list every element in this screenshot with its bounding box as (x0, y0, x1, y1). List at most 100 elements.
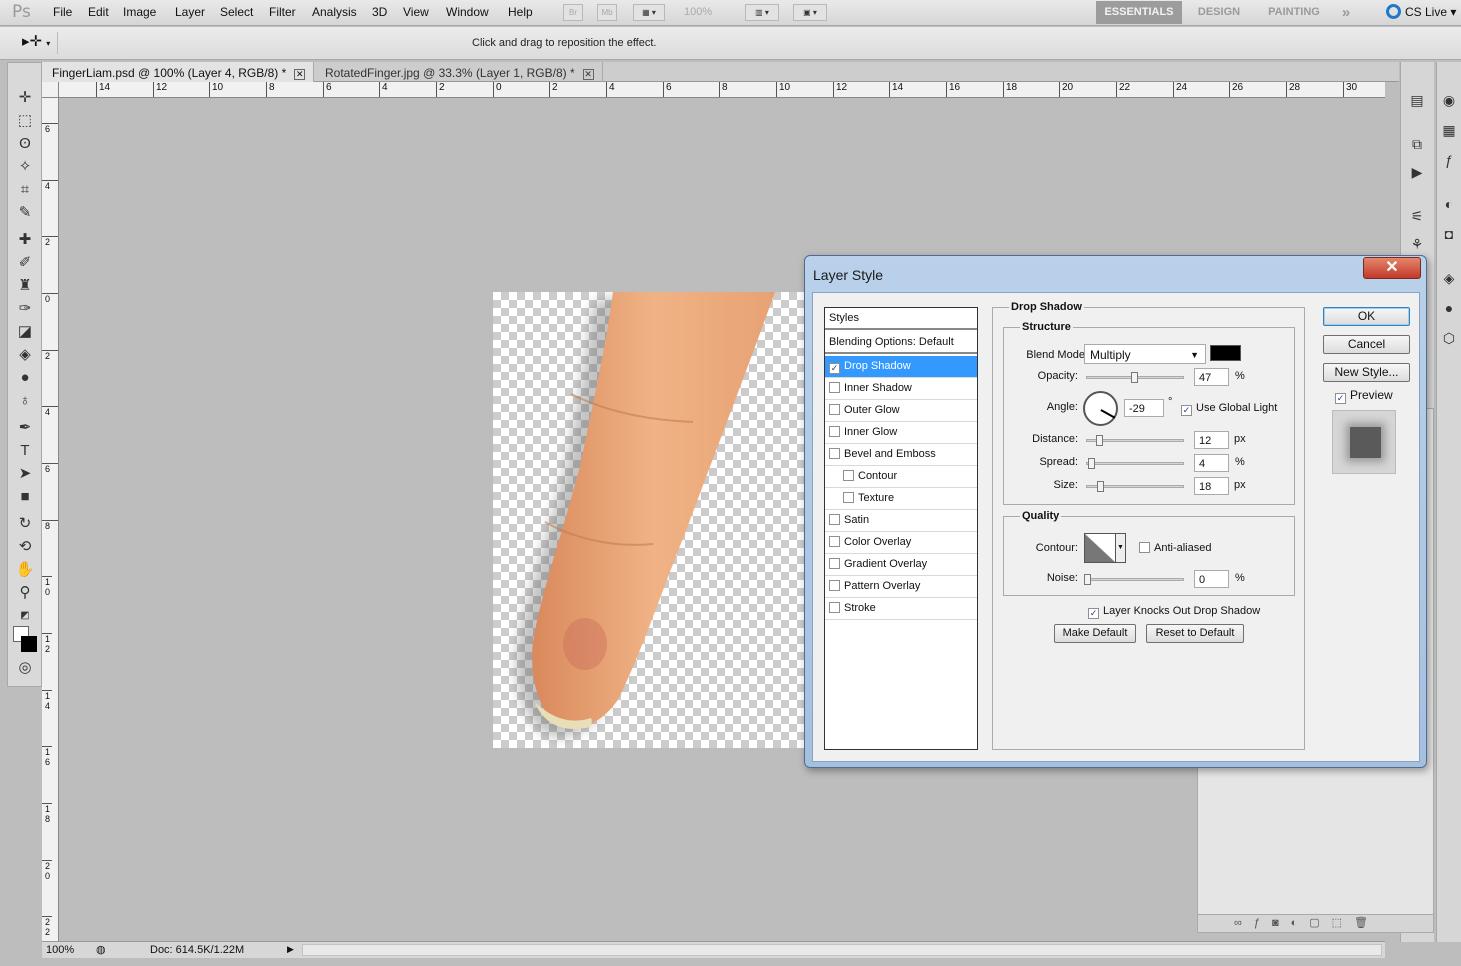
menu-3d[interactable]: 3D (372, 5, 387, 19)
blur-tool-icon[interactable]: ● (15, 368, 35, 388)
color-panel-icon[interactable]: ◉ (1438, 90, 1460, 110)
checkbox-unchecked-icon[interactable] (829, 602, 840, 613)
type-tool-icon[interactable]: T (15, 441, 35, 461)
move-tool-icon[interactable]: ✛ (15, 88, 35, 108)
arrange-documents-icon[interactable]: ▥ ▾ (745, 4, 779, 21)
opacity-input[interactable]: 47 (1194, 368, 1229, 386)
angle-dial[interactable] (1083, 391, 1118, 426)
close-icon[interactable]: ✕ (294, 69, 306, 80)
preview-toggle[interactable]: ✓ Preview (1335, 388, 1393, 404)
checkbox-unchecked-icon[interactable] (829, 514, 840, 525)
distance-input[interactable]: 12 (1194, 431, 1229, 449)
checkbox-unchecked-icon[interactable] (829, 580, 840, 591)
ruler-origin[interactable] (42, 82, 59, 98)
size-slider-thumb[interactable] (1097, 481, 1104, 492)
effect-item-outer-glow[interactable]: Outer Glow (825, 400, 977, 422)
eyedropper-icon[interactable]: ✎ (15, 203, 35, 223)
bridge-icon[interactable]: Br (563, 4, 583, 21)
contour-picker[interactable] (1084, 533, 1116, 563)
document-canvas[interactable] (493, 292, 805, 748)
vertical-ruler[interactable]: 6 4 2 0 2 4 6 8 10 12 14 16 18 20 22 (42, 98, 59, 941)
hand-tool-icon[interactable]: ✋ (15, 560, 35, 580)
zoom-tool-icon[interactable]: ⚲ (15, 583, 35, 603)
effect-item-texture[interactable]: Texture (825, 488, 977, 510)
checkbox-checked-icon[interactable]: ✓ (829, 363, 840, 374)
effect-item-contour[interactable]: Contour (825, 466, 977, 488)
checkbox-unchecked-icon[interactable] (843, 492, 854, 503)
move-tool-preset-icon[interactable]: ▸✛ ▾ (8, 32, 58, 54)
tab-fingerliam[interactable]: FingerLiam.psd @ 100% (Layer 4, RGB/8) *… (42, 62, 315, 82)
actions-panel-icon[interactable]: ▶ (1406, 162, 1428, 182)
spread-slider-thumb[interactable] (1088, 458, 1095, 469)
paths-panel-icon[interactable]: ⬡ (1438, 328, 1460, 348)
opacity-slider-thumb[interactable] (1131, 372, 1138, 383)
layer-knocks-out-toggle[interactable]: ✓ Layer Knocks Out Drop Shadow (1088, 605, 1260, 619)
checkbox-checked-icon[interactable]: ✓ (1335, 393, 1346, 404)
effect-item-inner-shadow[interactable]: Inner Shadow (825, 378, 977, 400)
reset-to-default-button[interactable]: Reset to Default (1146, 624, 1244, 643)
background-color-swatch[interactable] (21, 636, 37, 652)
checkbox-unchecked-icon[interactable] (1139, 542, 1150, 553)
checkbox-unchecked-icon[interactable] (829, 382, 840, 393)
swap-colors-icon[interactable]: ◩ ⇆ (15, 606, 35, 641)
menu-help[interactable]: Help (508, 5, 533, 19)
blend-mode-select[interactable]: Multiply ▼ (1084, 344, 1206, 364)
mini-bridge-panel-icon[interactable]: ▤ (1406, 90, 1428, 110)
masks-panel-icon[interactable]: ◘ (1438, 224, 1460, 244)
shape-tool-icon[interactable]: ■ (15, 487, 35, 507)
screen-mode-icon[interactable]: ▣ ▾ (793, 4, 827, 21)
menu-edit[interactable]: Edit (88, 5, 109, 19)
effect-item-color-overlay[interactable]: Color Overlay (825, 532, 977, 554)
effect-item-gradient-overlay[interactable]: Gradient Overlay (825, 554, 977, 576)
menu-image[interactable]: Image (123, 5, 156, 19)
spread-input[interactable]: 4 (1194, 454, 1229, 472)
make-default-button[interactable]: Make Default (1054, 624, 1136, 643)
menu-layer[interactable]: Layer (175, 5, 205, 19)
styles-panel-icon[interactable]: ƒ (1438, 150, 1460, 170)
horizontal-ruler[interactable]: 14 12 10 8 6 4 2 0 2 4 6 8 10 12 14 16 1… (59, 82, 1385, 98)
menu-file[interactable]: File (53, 5, 72, 19)
channels-panel-icon[interactable]: ● (1438, 298, 1460, 318)
horizontal-scrollbar[interactable] (302, 944, 1382, 956)
pen-tool-icon[interactable]: ✒ (15, 418, 35, 438)
swatches-panel-icon[interactable]: ▦ (1438, 120, 1460, 140)
checkbox-unchecked-icon[interactable] (829, 558, 840, 569)
adjustments-panel-icon[interactable]: ◐ (1438, 194, 1460, 214)
menu-window[interactable]: Window (446, 5, 489, 19)
noise-slider[interactable] (1086, 578, 1184, 581)
dodge-tool-icon[interactable]: ♁ (15, 391, 35, 411)
effect-item-satin[interactable]: Satin (825, 510, 977, 532)
brush-tool-icon[interactable]: ✐ (15, 253, 35, 273)
close-icon[interactable]: ✕ (1363, 257, 1421, 279)
menu-filter[interactable]: Filter (269, 5, 296, 19)
checkbox-unchecked-icon[interactable] (843, 470, 854, 481)
anti-aliased-toggle[interactable]: Anti-aliased (1139, 542, 1211, 554)
healing-brush-icon[interactable]: ✚ (15, 230, 35, 250)
shadow-color-swatch[interactable] (1210, 345, 1241, 361)
zoom-level[interactable]: 100% (684, 6, 712, 18)
cs-live-button[interactable]: CS Live ▾ (1386, 4, 1456, 19)
blending-options-item[interactable]: Blending Options: Default (825, 332, 977, 354)
workspace-painting[interactable]: PAINTING (1259, 1, 1329, 24)
cancel-button[interactable]: Cancel (1323, 335, 1410, 354)
clone-source-icon[interactable]: ⚘ (1406, 234, 1428, 254)
status-menu-arrow-icon[interactable]: ▶ (287, 944, 294, 955)
checkbox-unchecked-icon[interactable] (829, 536, 840, 547)
history-panel-icon[interactable]: ⧉ (1406, 134, 1428, 154)
distance-slider-thumb[interactable] (1096, 435, 1103, 446)
lasso-tool-icon[interactable]: ʘ (15, 134, 35, 154)
workspace-design[interactable]: DESIGN (1189, 1, 1249, 24)
paint-bucket-icon[interactable]: ◈ (15, 345, 35, 365)
checkbox-unchecked-icon[interactable] (829, 404, 840, 415)
ok-button[interactable]: OK (1323, 307, 1410, 326)
layers-panel-icon[interactable]: ◈ (1438, 268, 1460, 288)
checkbox-checked-icon[interactable]: ✓ (1181, 405, 1192, 416)
menu-view[interactable]: View (403, 5, 429, 19)
eraser-icon[interactable]: ◪ (15, 322, 35, 342)
marquee-tool-icon[interactable]: ⬚ (15, 111, 35, 131)
styles-header[interactable]: Styles (825, 308, 977, 330)
tab-rotatedfinger[interactable]: RotatedFinger.jpg @ 33.3% (Layer 1, RGB/… (315, 62, 603, 82)
effect-item-inner-glow[interactable]: Inner Glow (825, 422, 977, 444)
3d-orbit-icon[interactable]: ⟲ (15, 537, 35, 557)
brush-presets-icon[interactable]: ⚟ (1406, 206, 1428, 226)
